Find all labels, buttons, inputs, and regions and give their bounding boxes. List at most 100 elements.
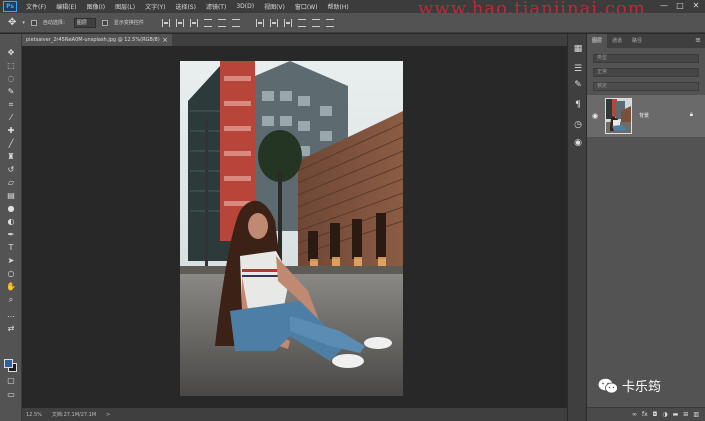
pen-tool-icon[interactable]: ✒ bbox=[5, 230, 17, 240]
align-top-icon[interactable] bbox=[161, 18, 170, 27]
quick-mask-icon[interactable]: ▢ bbox=[5, 376, 17, 386]
distribute-right-icon[interactable] bbox=[325, 18, 334, 27]
show-transform-checkbox[interactable] bbox=[101, 19, 108, 26]
document-tab[interactable]: pietsaiver_2r45NeA0M-unsplash.jpg @ 12.5… bbox=[22, 34, 172, 46]
align-right-icon[interactable] bbox=[231, 18, 240, 27]
gradient-tool-icon[interactable]: ▤ bbox=[5, 191, 17, 201]
auto-select-label: 自动选择： bbox=[42, 20, 68, 26]
visibility-eye-icon[interactable]: ◉ bbox=[592, 112, 598, 120]
shape-tool-icon[interactable]: ○ bbox=[5, 269, 17, 279]
menu-window[interactable]: 窗口(W) bbox=[290, 2, 323, 11]
tool-preset-dropdown[interactable]: ▾ bbox=[22, 20, 25, 26]
status-bar: 12.5% 文档:27.1M/27.1M > bbox=[22, 408, 567, 421]
folder-icon[interactable]: ▬ bbox=[673, 411, 679, 418]
new-layer-icon[interactable]: ⊞ bbox=[683, 411, 688, 418]
move-tool-icon[interactable]: ✥ bbox=[5, 48, 17, 58]
path-select-tool-icon[interactable]: ➤ bbox=[5, 256, 17, 266]
panel-tabs: 图层 通道 路径 ≡ bbox=[587, 34, 705, 48]
move-tool-icon[interactable]: ✥ bbox=[8, 17, 16, 28]
document-tab-title: pietsaiver_2r45NeA0M-unsplash.jpg @ 12.5… bbox=[26, 37, 160, 43]
mask-icon[interactable]: ◘ bbox=[653, 411, 658, 418]
distribute-center-icon[interactable] bbox=[311, 18, 320, 27]
history-icon[interactable]: ◷ bbox=[573, 120, 583, 130]
align-bottom-icon[interactable] bbox=[189, 18, 198, 27]
align-left-icon[interactable] bbox=[203, 18, 212, 27]
options-bar: ✥ ▾ 自动选择： 图层 显示变换控件 bbox=[0, 13, 705, 33]
dodge-tool-icon[interactable]: ◐ bbox=[5, 217, 17, 227]
close-button[interactable]: ✕ bbox=[689, 1, 703, 11]
eraser-tool-icon[interactable]: ▱ bbox=[5, 178, 17, 188]
layer-item-background[interactable]: ◉ 背景 🔒︎ bbox=[587, 95, 705, 137]
quick-select-tool-icon[interactable]: ✎ bbox=[5, 87, 17, 97]
screen-mode-icon[interactable]: ▭ bbox=[5, 390, 17, 400]
panel-menu-icon[interactable]: ≡ bbox=[695, 36, 701, 44]
distribute-left-icon[interactable] bbox=[297, 18, 306, 27]
panel-icon-strip: ▦ ☰ ✎ ¶ ◷ ◉ bbox=[567, 34, 587, 421]
crop-tool-icon[interactable]: ⌗ bbox=[5, 100, 17, 110]
auto-select-dropdown[interactable]: 图层 bbox=[73, 17, 96, 28]
distribute-bottom-icon[interactable] bbox=[283, 18, 292, 27]
layer-name[interactable]: 背景 bbox=[639, 112, 649, 119]
auto-select-checkbox[interactable] bbox=[30, 19, 37, 26]
history-brush-tool-icon[interactable]: ↺ bbox=[5, 165, 17, 175]
menu-view[interactable]: 视图(V) bbox=[259, 2, 290, 11]
distribute-top-icon[interactable] bbox=[255, 18, 264, 27]
menu-3d[interactable]: 3D(D) bbox=[231, 3, 259, 10]
panel-bottom-bar: ∞ fx ◘ ◑ ▬ ⊞ ▥ bbox=[587, 407, 705, 421]
menu-select[interactable]: 选择(S) bbox=[170, 2, 201, 11]
align-center-icon[interactable] bbox=[217, 18, 226, 27]
canvas-area[interactable] bbox=[22, 46, 567, 408]
trash-icon[interactable]: ▥ bbox=[693, 411, 699, 418]
lasso-tool-icon[interactable]: ◌ bbox=[5, 74, 17, 84]
lock-row: 锁定 bbox=[593, 82, 699, 91]
link-icon[interactable]: ∞ bbox=[632, 411, 637, 418]
menu-help[interactable]: 帮助(H) bbox=[323, 2, 354, 11]
photoshop-logo: Ps bbox=[3, 1, 17, 12]
swap-colors-icon[interactable]: ⇄ bbox=[5, 324, 17, 334]
paragraph-icon[interactable]: ¶ bbox=[573, 100, 583, 110]
hand-tool-icon[interactable]: ✋ bbox=[5, 282, 17, 292]
menu-type[interactable]: 文字(Y) bbox=[140, 2, 170, 11]
status-menu-arrow[interactable]: > bbox=[106, 412, 110, 418]
align-middle-icon[interactable] bbox=[175, 18, 184, 27]
foreground-color-swatch[interactable] bbox=[4, 359, 13, 368]
adjustments-icon[interactable]: ☰ bbox=[573, 64, 583, 74]
maximize-button[interactable]: □ bbox=[673, 1, 687, 11]
styles-icon[interactable]: ◉ bbox=[573, 138, 583, 148]
distribute-middle-icon[interactable] bbox=[269, 18, 278, 27]
layer-thumbnail-image bbox=[606, 99, 631, 133]
marquee-tool-icon[interactable]: ⬚ bbox=[5, 61, 17, 71]
brush-tool-icon[interactable]: ╱ bbox=[5, 139, 17, 149]
menu-edit[interactable]: 编辑(E) bbox=[51, 2, 81, 11]
healing-brush-tool-icon[interactable]: ✚ bbox=[5, 126, 17, 136]
adjustment-icon[interactable]: ◑ bbox=[662, 411, 667, 418]
tab-layers[interactable]: 图层 bbox=[587, 34, 608, 48]
menu-image[interactable]: 图像(I) bbox=[82, 2, 110, 11]
tab-close-icon[interactable]: × bbox=[162, 34, 168, 46]
menu-layer[interactable]: 图层(L) bbox=[110, 2, 140, 11]
zoom-tool-icon[interactable]: ⌕ bbox=[5, 295, 17, 305]
window-controls: — □ ✕ bbox=[657, 1, 703, 11]
fx-icon[interactable]: fx bbox=[642, 411, 648, 418]
tab-paths[interactable]: 路径 bbox=[627, 34, 647, 48]
layer-thumbnail bbox=[605, 98, 632, 134]
clone-stamp-tool-icon[interactable]: ♜ bbox=[5, 152, 17, 162]
layer-filter-input[interactable]: 类型 bbox=[593, 54, 699, 63]
properties-icon[interactable]: ▦ bbox=[573, 44, 583, 54]
menu-file[interactable]: 文件(F) bbox=[21, 2, 51, 11]
minimize-button[interactable]: — bbox=[657, 1, 671, 11]
document-tab-bar: pietsaiver_2r45NeA0M-unsplash.jpg @ 12.5… bbox=[22, 34, 567, 46]
zoom-level[interactable]: 12.5% bbox=[26, 412, 42, 418]
document-size: 文档:27.1M/27.1M bbox=[51, 412, 97, 418]
eyedropper-tool-icon[interactable]: ⁄ bbox=[5, 113, 17, 123]
type-tool-icon[interactable]: T bbox=[5, 243, 17, 253]
wechat-source-tag: 卡乐筠 bbox=[598, 376, 661, 395]
menu-filter[interactable]: 滤镜(T) bbox=[201, 2, 231, 11]
brush-settings-icon[interactable]: ✎ bbox=[573, 80, 583, 90]
blur-tool-icon[interactable]: ● bbox=[5, 204, 17, 214]
blend-mode-select[interactable]: 正常 bbox=[593, 68, 699, 77]
lock-icon: 🔒︎ bbox=[689, 111, 693, 118]
tab-channels[interactable]: 通道 bbox=[607, 34, 627, 48]
more-tools-icon[interactable]: … bbox=[5, 310, 17, 320]
document-image[interactable] bbox=[180, 61, 403, 396]
